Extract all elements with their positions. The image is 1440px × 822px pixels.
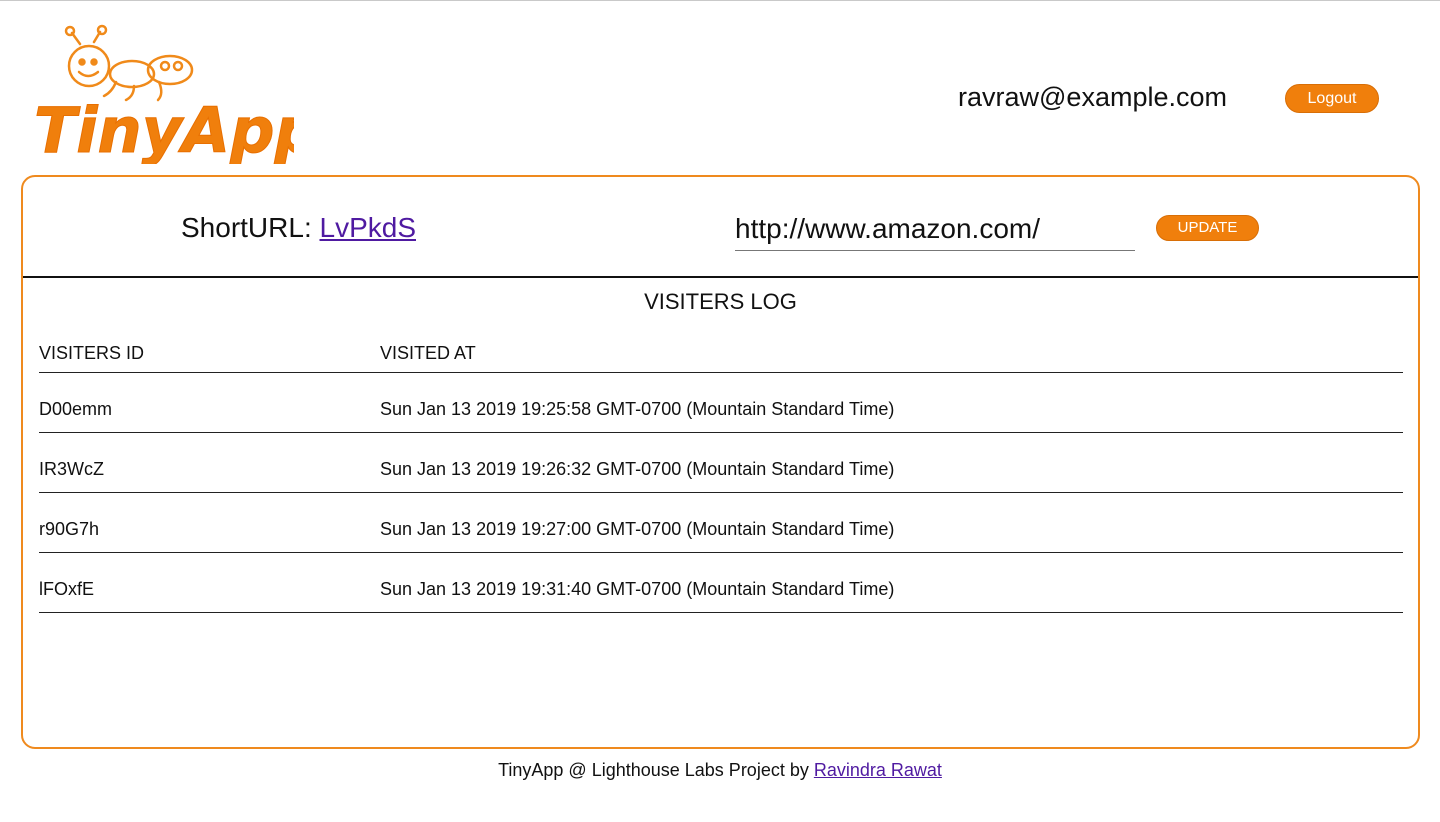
table-row: lFOxfE Sun Jan 13 2019 19:31:40 GMT-0700… (39, 553, 1403, 613)
section-divider (23, 276, 1418, 278)
footer-text: TinyApp @ Lighthouse Labs Project by (498, 760, 809, 780)
visitor-id-cell: lFOxfE (39, 579, 95, 599)
top-border-line (0, 0, 1440, 1)
visitors-log-table: VISITERS ID VISITED AT D00emm Sun Jan 13… (39, 337, 1403, 613)
visited-at-cell: Sun Jan 13 2019 19:26:32 GMT-0700 (Mount… (380, 459, 895, 479)
visitor-id-cell: D00emm (39, 399, 113, 419)
svg-text:TinyApp: TinyApp (34, 94, 294, 164)
table-header-row: VISITERS ID VISITED AT (39, 337, 1403, 373)
short-url-label-text: ShortURL: (181, 212, 312, 243)
visited-at-cell: Sun Jan 13 2019 19:25:58 GMT-0700 (Mount… (380, 399, 895, 419)
visitor-id-cell: IR3WcZ (39, 459, 104, 479)
tinyapp-logo[interactable]: TinyApp (34, 24, 294, 164)
table-row: D00emm Sun Jan 13 2019 19:25:58 GMT-0700… (39, 373, 1403, 433)
table-row: IR3WcZ Sun Jan 13 2019 19:26:32 GMT-0700… (39, 433, 1403, 493)
table-row: r90G7h Sun Jan 13 2019 19:27:00 GMT-0700… (39, 493, 1403, 553)
visitor-id-cell: r90G7h (39, 519, 100, 539)
long-url-input[interactable] (735, 207, 1135, 251)
column-header-visitor-id: VISITERS ID (39, 343, 145, 363)
url-editor-section: ShortURL: LvPkdS UPDATE (23, 177, 1418, 276)
url-detail-card: ShortURL: LvPkdS UPDATE VISITERS LOG VIS… (21, 175, 1420, 749)
short-url-link[interactable]: LvPkdS (320, 212, 417, 243)
visitors-log-title: VISITERS LOG (644, 289, 797, 314)
update-button[interactable]: UPDATE (1156, 215, 1259, 241)
footer: TinyApp @ Lighthouse Labs Project by Rav… (0, 760, 1440, 781)
short-url-label: ShortURL: LvPkdS (181, 212, 416, 244)
logout-button[interactable]: Logout (1285, 84, 1379, 113)
visited-at-cell: Sun Jan 13 2019 19:31:40 GMT-0700 (Mount… (380, 579, 895, 599)
column-header-visited-at: VISITED AT (380, 343, 476, 363)
user-email: ravraw@example.com (958, 82, 1227, 112)
visited-at-cell: Sun Jan 13 2019 19:27:00 GMT-0700 (Mount… (380, 519, 895, 539)
author-link[interactable]: Ravindra Rawat (814, 760, 942, 780)
